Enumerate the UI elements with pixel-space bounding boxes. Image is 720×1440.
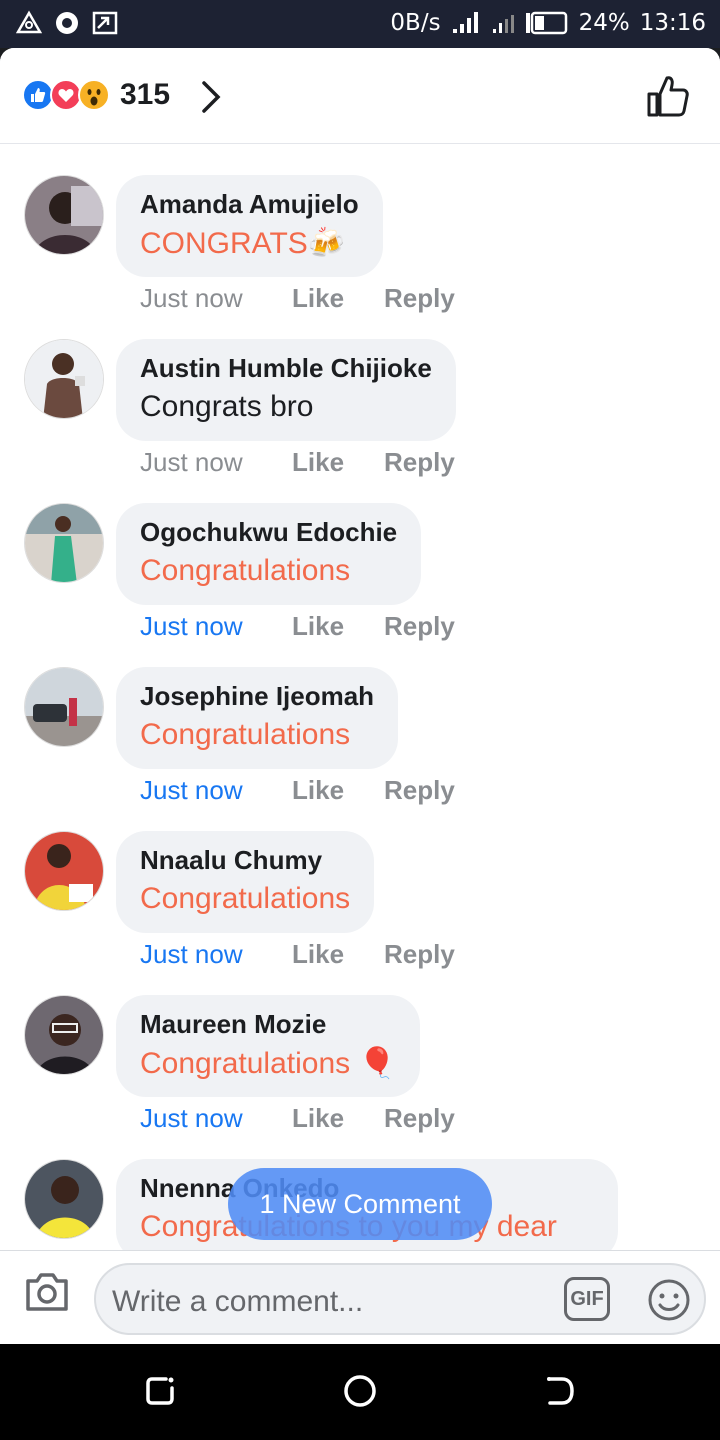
commenter-name[interactable]: Maureen Mozie — [140, 1009, 396, 1040]
battery-level: 24% — [578, 10, 630, 36]
reaction-count: 315 — [120, 78, 171, 111]
comment-input[interactable]: Write a comment... GIF — [94, 1263, 706, 1335]
comment-bubble[interactable]: Ogochukwu Edochie Congratulations — [116, 503, 422, 605]
comment-actions: Just now Like Reply — [140, 447, 455, 478]
like-button[interactable]: Like — [292, 283, 384, 314]
avatar[interactable] — [24, 503, 104, 583]
commenter-name[interactable]: Ogochukwu Edochie — [140, 517, 397, 548]
like-button[interactable]: Like — [292, 939, 384, 970]
comment-composer: Write a comment... GIF — [0, 1250, 720, 1344]
reply-button[interactable]: Reply — [384, 447, 455, 478]
emoji-icon[interactable] — [646, 1277, 692, 1323]
comment-text: CONGRATS🍻 — [140, 227, 346, 260]
reply-button[interactable]: Reply — [384, 283, 455, 314]
home-icon[interactable] — [343, 1374, 377, 1408]
recents-icon[interactable] — [144, 1374, 176, 1408]
like-button[interactable]: Like — [292, 447, 384, 478]
avatar[interactable] — [24, 831, 104, 911]
like-button[interactable]: Like — [292, 611, 384, 642]
comment-actions: Just now Like Reply — [140, 283, 455, 314]
comment-time: Just now — [140, 775, 243, 805]
thumbs-up-icon[interactable] — [646, 74, 690, 118]
avatar[interactable] — [24, 175, 104, 255]
battery-icon — [525, 11, 567, 35]
reply-button[interactable]: Reply — [384, 1103, 455, 1134]
like-button[interactable]: Like — [292, 775, 384, 806]
comment-time: Just now — [140, 1103, 243, 1133]
commenter-name[interactable]: Austin Humble Chijioke — [140, 353, 432, 384]
comment-bubble[interactable]: Maureen Mozie Congratulations 🎈 — [116, 995, 420, 1097]
comment-actions: Just now Like Reply — [140, 939, 455, 970]
signal-h-plus-icon — [492, 15, 514, 33]
gif-button[interactable]: GIF — [564, 1277, 610, 1321]
back-icon[interactable] — [544, 1374, 576, 1408]
comment-text: Congratulations 🎈 — [140, 1047, 396, 1080]
commenter-name[interactable]: Josephine Ijeomah — [140, 681, 374, 712]
comment-bubble[interactable]: Amanda Amujielo CONGRATS🍻 — [116, 175, 383, 277]
comment-placeholder: Write a comment... — [112, 1285, 364, 1318]
comment-text: Congratulations — [140, 554, 351, 587]
comment-text: Congrats bro — [140, 390, 314, 423]
signal-icon — [452, 12, 478, 33]
cast-icon — [92, 11, 118, 35]
comment-actions: Just now Like Reply — [140, 775, 455, 806]
comment-bubble[interactable]: Nnaalu Chumy Congratulations — [116, 831, 375, 933]
comment-time: Just now — [140, 611, 243, 641]
network-speed: 0B/s — [390, 10, 441, 36]
comment-actions: Just now Like Reply — [140, 1103, 455, 1134]
comment-actions: Just now Like Reply — [140, 611, 455, 642]
comment-text: Congratulations — [140, 718, 351, 751]
system-nav-bar — [0, 1344, 720, 1440]
comment-text: Congratulations — [140, 882, 351, 915]
chrome-icon — [56, 12, 78, 34]
clock: 13:16 — [639, 10, 706, 36]
wow-reaction-icon — [78, 79, 110, 111]
comment-time: Just now — [140, 447, 243, 477]
triangle-icon — [16, 10, 42, 34]
commenter-name[interactable]: Nnaalu Chumy — [140, 845, 350, 876]
avatar[interactable] — [24, 339, 104, 419]
new-comment-pill[interactable]: 1 New Comment — [228, 1168, 492, 1240]
reactions-summary[interactable]: 315 — [22, 78, 170, 112]
like-button[interactable]: Like — [292, 1103, 384, 1134]
avatar[interactable] — [24, 667, 104, 747]
comment-bubble[interactable]: Josephine Ijeomah Congratulations — [116, 667, 399, 769]
reply-button[interactable]: Reply — [384, 939, 455, 970]
comment-time: Just now — [140, 283, 243, 313]
reply-button[interactable]: Reply — [384, 775, 455, 806]
reactions-header: 315 — [0, 48, 720, 144]
status-bar: 0B/s 24% 13:16 — [0, 0, 720, 48]
commenter-name[interactable]: Amanda Amujielo — [140, 189, 359, 220]
reply-button[interactable]: Reply — [384, 611, 455, 642]
comment-bubble[interactable]: Austin Humble Chijioke Congrats bro — [116, 339, 456, 441]
chevron-right-icon[interactable] — [200, 80, 222, 114]
avatar[interactable] — [24, 1159, 104, 1239]
comment-time: Just now — [140, 939, 243, 969]
comments-sheet: 315 Amanda Amujielo CONGRATS🍻 Just now L… — [0, 48, 720, 1344]
avatar[interactable] — [24, 995, 104, 1075]
camera-icon[interactable] — [24, 1271, 70, 1313]
